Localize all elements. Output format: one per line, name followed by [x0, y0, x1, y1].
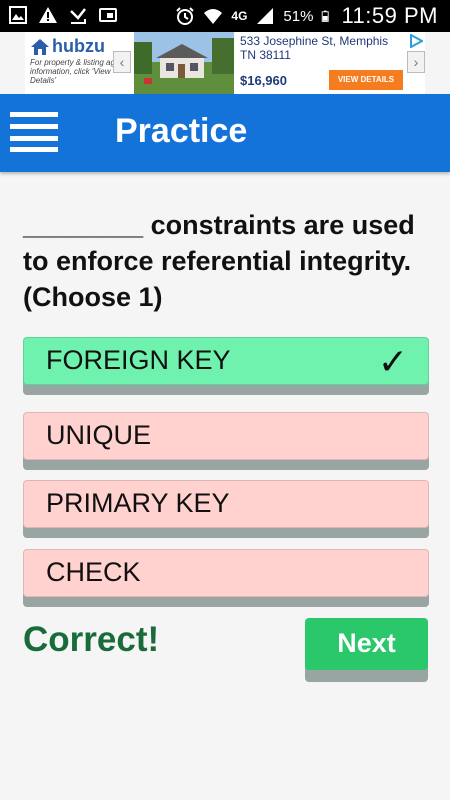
option-label: UNIQUE	[46, 420, 152, 450]
ad-next-button[interactable]: ›	[407, 51, 425, 73]
warning-icon	[39, 7, 57, 23]
option-label: FOREIGN KEY	[46, 345, 231, 375]
clock: 11:59 PM	[341, 3, 438, 28]
cast-icon	[99, 8, 117, 22]
signal-icon	[257, 8, 274, 24]
page-title: Practice	[115, 112, 248, 150]
system-icons: 4G 51% 11:59 PM	[175, 3, 438, 29]
image-icon	[9, 6, 27, 24]
checkmark-icon: ✓	[377, 341, 408, 382]
option-label: PRIMARY KEY	[46, 488, 230, 518]
next-button-label: Next	[305, 618, 428, 670]
ad-view-details-button[interactable]: VIEW DETAILS	[329, 70, 403, 90]
option-face: PRIMARY KEY	[23, 480, 429, 528]
ad-property-photo	[134, 32, 234, 94]
notification-icons	[8, 5, 118, 25]
house-icon	[31, 38, 49, 55]
option-unique[interactable]: UNIQUE	[23, 412, 429, 470]
option-foreign-key[interactable]: FOREIGN KEY ✓	[23, 337, 429, 395]
wifi-icon	[204, 9, 223, 24]
next-button[interactable]: Next	[305, 618, 428, 682]
battery-percent: 51%	[283, 7, 314, 25]
question-text: ________ constraints are used to enforce…	[23, 210, 415, 312]
ad-prev-button[interactable]: ‹	[113, 51, 131, 73]
ad-price: $16,960	[240, 73, 287, 88]
ad-brand: hubzu	[52, 36, 105, 56]
status-bar: 4G 51% 11:59 PM	[0, 0, 450, 32]
battery-icon	[322, 10, 330, 22]
result-message: Correct!	[23, 620, 160, 659]
option-face: FOREIGN KEY ✓	[23, 337, 429, 385]
option-primary-key[interactable]: PRIMARY KEY	[23, 480, 429, 538]
option-face: UNIQUE	[23, 412, 429, 460]
option-label: CHECK	[46, 557, 141, 587]
ad-banner[interactable]: hubzu For property & listing agent infor…	[25, 32, 425, 94]
option-face: CHECK	[23, 549, 429, 597]
option-check[interactable]: CHECK	[23, 549, 429, 607]
app-bar: Practice	[0, 94, 450, 172]
adchoices-icon[interactable]	[409, 34, 423, 48]
missed-call-icon	[70, 8, 86, 24]
hamburger-menu-icon[interactable]	[10, 112, 58, 152]
ad-address: 533 Josephine St, Memphis TN 38111	[240, 34, 389, 62]
alarm-icon	[176, 7, 195, 25]
network-type-label: 4G	[231, 9, 248, 23]
